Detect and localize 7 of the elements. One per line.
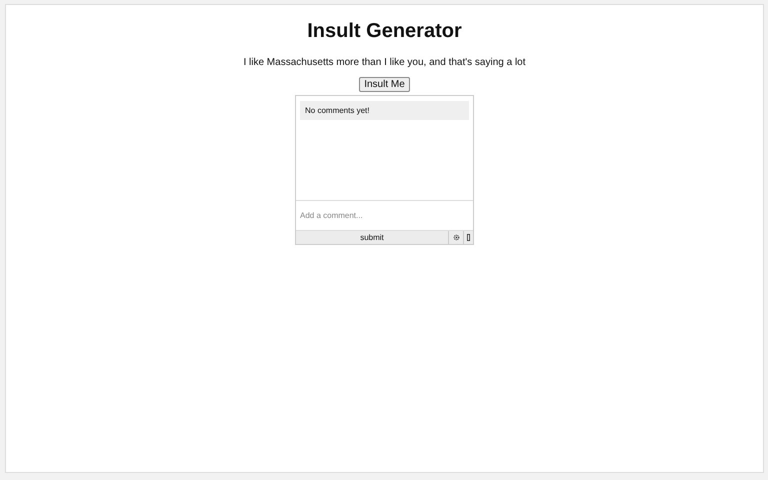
insult-button[interactable]: Insult Me (359, 77, 410, 92)
empty-message: No comments yet! (300, 101, 469, 120)
submit-button[interactable]: submit (296, 231, 448, 244)
settings-button[interactable] (448, 231, 463, 244)
page-title: Insult Generator (307, 20, 462, 43)
insult-text: I like Massachusetts more than I like you, and that's saying a lot (243, 57, 526, 68)
gear-icon (452, 234, 460, 241)
